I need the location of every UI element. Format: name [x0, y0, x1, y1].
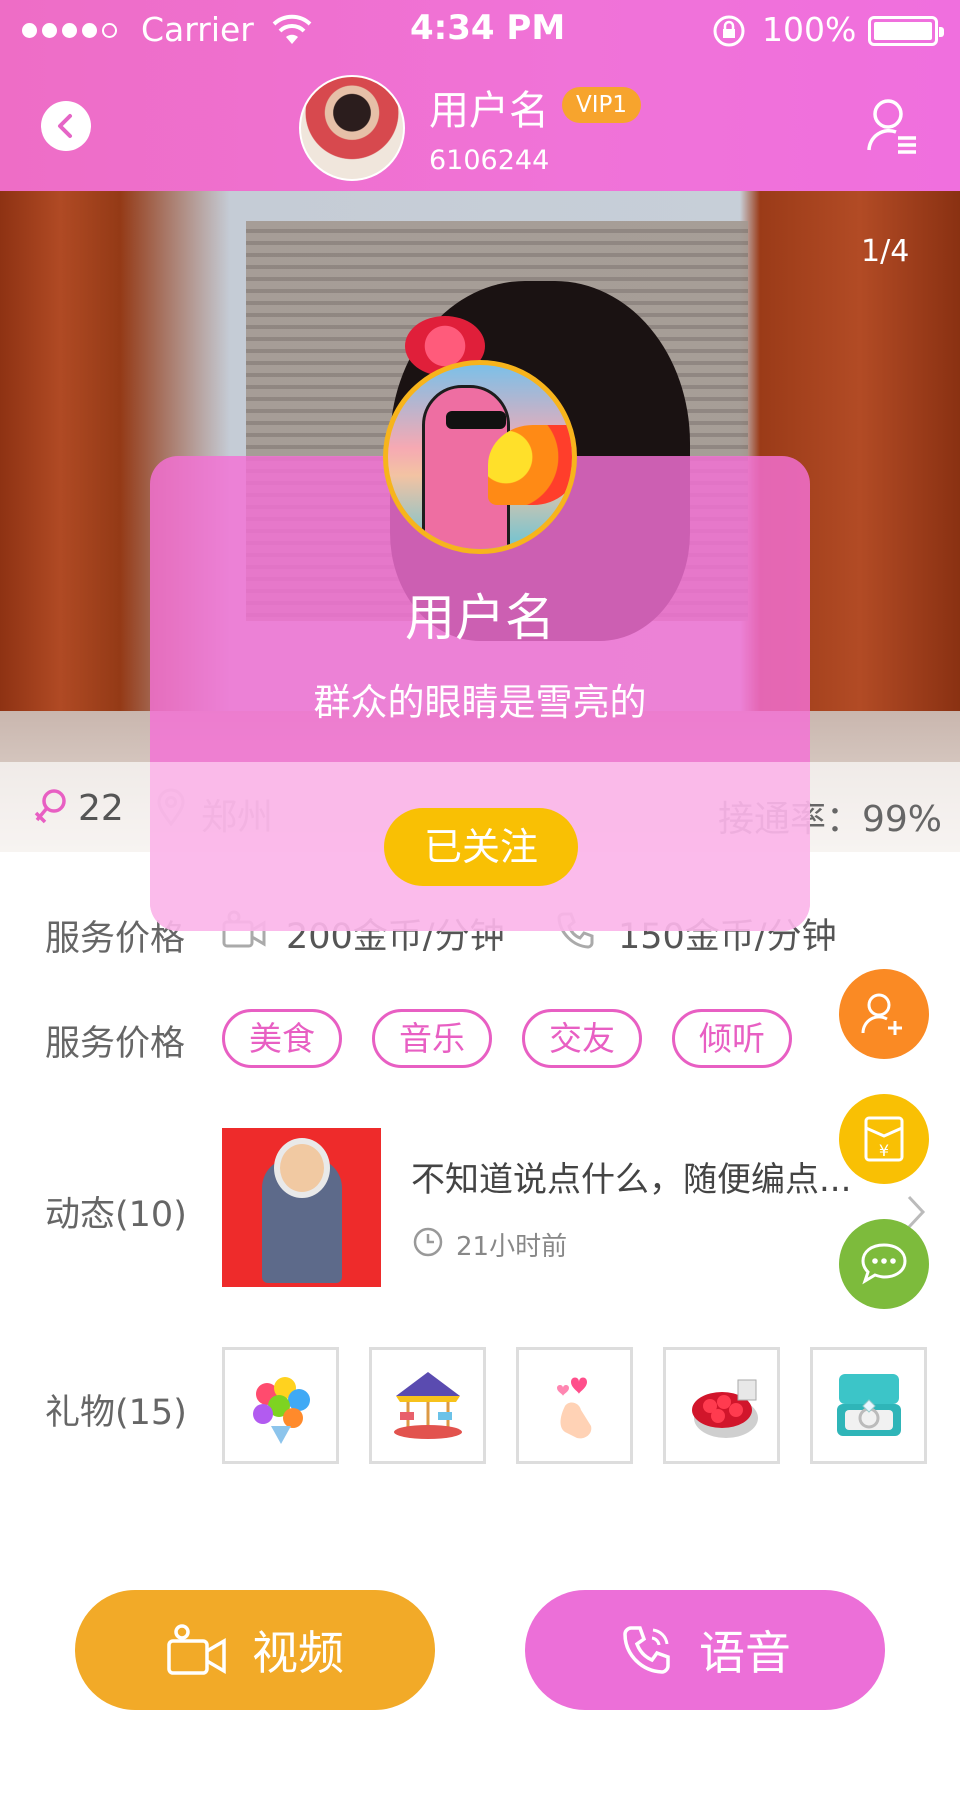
clock-icon — [413, 1227, 443, 1257]
carrier-label: Carrier — [141, 10, 254, 49]
signal-icon — [22, 23, 117, 38]
gift-finger-heart[interactable] — [516, 1347, 633, 1464]
voice-call-label: 语音 — [699, 1626, 791, 1680]
user-menu-icon[interactable] — [866, 96, 920, 156]
svg-text:¥: ¥ — [879, 1141, 889, 1160]
followed-button[interactable]: 已关注 — [384, 808, 578, 886]
header-avatar[interactable] — [299, 75, 405, 181]
ring-box-icon — [836, 1373, 901, 1436]
header-username: 用户名 — [429, 88, 549, 134]
header-user-id: 6106244 — [429, 145, 550, 176]
rose-box-icon — [691, 1379, 758, 1438]
tags-label: 服务价格 — [45, 1024, 186, 1064]
gift-fab[interactable]: ¥ — [839, 1094, 929, 1184]
feed-text[interactable]: 不知道说点什么，随便编点... — [411, 1152, 881, 1201]
popup-avatar — [383, 360, 577, 554]
female-icon — [34, 789, 66, 824]
feed-time: 21小时前 — [456, 1232, 568, 1262]
gift-rainbow-rose-bouquet[interactable] — [222, 1347, 339, 1464]
chevron-left-icon — [58, 114, 72, 138]
video-call-button[interactable]: 视频 — [75, 1590, 435, 1710]
rotation-lock-icon — [713, 15, 745, 47]
top-bar: Carrier 4:34 PM 100% 用户名 VIP1 6106244 — [0, 0, 960, 191]
back-button[interactable] — [41, 101, 91, 151]
phone-icon — [623, 1626, 670, 1674]
wifi-icon — [272, 14, 312, 44]
battery-percent: 100% — [762, 10, 857, 49]
age-value: 22 — [78, 788, 124, 829]
gift-carousel[interactable] — [369, 1347, 486, 1464]
popup-bio: 群众的眼睛是雪亮的 — [313, 681, 647, 724]
vip-badge: VIP1 — [562, 87, 642, 123]
rainbow-rose-icon — [252, 1376, 310, 1444]
follow-user-fab[interactable] — [839, 969, 929, 1059]
feed-thumbnail[interactable] — [222, 1128, 381, 1287]
chat-fab[interactable] — [839, 1219, 929, 1309]
tag-item[interactable]: 音乐 — [372, 1009, 492, 1068]
popup-username: 用户名 — [405, 589, 555, 647]
status-time: 4:34 PM — [410, 8, 566, 48]
tag-item[interactable]: 美食 — [222, 1009, 342, 1068]
status-bar: Carrier 4:34 PM 100% — [0, 0, 960, 60]
voice-call-button[interactable]: 语音 — [525, 1590, 885, 1710]
finger-heart-icon — [556, 1377, 591, 1438]
carousel-icon — [393, 1371, 462, 1439]
gifts-label: 礼物(15) — [45, 1393, 187, 1433]
video-camera-icon — [167, 1624, 226, 1675]
chat-bubble-icon — [861, 1243, 907, 1285]
tag-item[interactable]: 倾听 — [672, 1009, 792, 1068]
battery-icon — [868, 16, 944, 46]
photo-counter: 1/4 — [861, 234, 910, 269]
gift-diamond-ring[interactable] — [810, 1347, 927, 1464]
gift-red-rose-box[interactable] — [663, 1347, 780, 1464]
red-packet-icon: ¥ — [864, 1116, 904, 1162]
feed-label: 动态(10) — [45, 1195, 187, 1235]
add-user-icon — [861, 993, 902, 1035]
tag-item[interactable]: 交友 — [522, 1009, 642, 1068]
video-call-label: 视频 — [252, 1626, 344, 1680]
